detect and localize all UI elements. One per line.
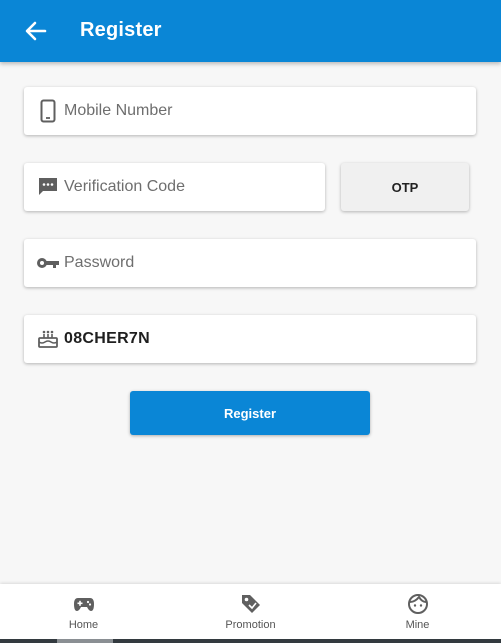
smartphone-icon bbox=[36, 99, 60, 123]
nav-item-promotion[interactable]: Promotion bbox=[167, 584, 334, 643]
system-nav-segment bbox=[57, 639, 113, 643]
system-nav-bar bbox=[0, 639, 501, 643]
face-icon bbox=[406, 592, 430, 616]
invite-code-input[interactable] bbox=[64, 315, 476, 363]
nav-label-home: Home bbox=[68, 619, 99, 631]
register-button[interactable]: Register bbox=[130, 391, 370, 435]
verification-code-field[interactable] bbox=[24, 163, 325, 211]
nav-label-promotion: Promotion bbox=[225, 619, 276, 631]
app-bar: Register bbox=[0, 0, 501, 62]
invite-code-field[interactable] bbox=[24, 315, 476, 363]
nav-item-home[interactable]: Home bbox=[0, 584, 167, 643]
nav-item-mine[interactable]: Mine bbox=[334, 584, 501, 643]
cake-icon bbox=[36, 327, 60, 351]
nav-label-mine: Mine bbox=[405, 619, 430, 631]
mobile-number-field[interactable] bbox=[24, 87, 476, 135]
password-input[interactable] bbox=[64, 239, 476, 287]
password-field[interactable] bbox=[24, 239, 476, 287]
arrow-left-icon bbox=[25, 21, 47, 41]
tag-icon bbox=[239, 592, 263, 616]
page-title: Register bbox=[80, 19, 162, 41]
verification-code-input[interactable] bbox=[64, 163, 325, 211]
back-button[interactable] bbox=[22, 18, 50, 44]
sms-icon bbox=[36, 175, 60, 199]
gamepad-icon bbox=[72, 592, 96, 616]
otp-button[interactable]: OTP bbox=[341, 163, 469, 211]
mobile-number-input[interactable] bbox=[64, 87, 476, 135]
key-icon bbox=[36, 251, 60, 275]
bottom-nav: Home Promotion Mine bbox=[0, 584, 501, 643]
